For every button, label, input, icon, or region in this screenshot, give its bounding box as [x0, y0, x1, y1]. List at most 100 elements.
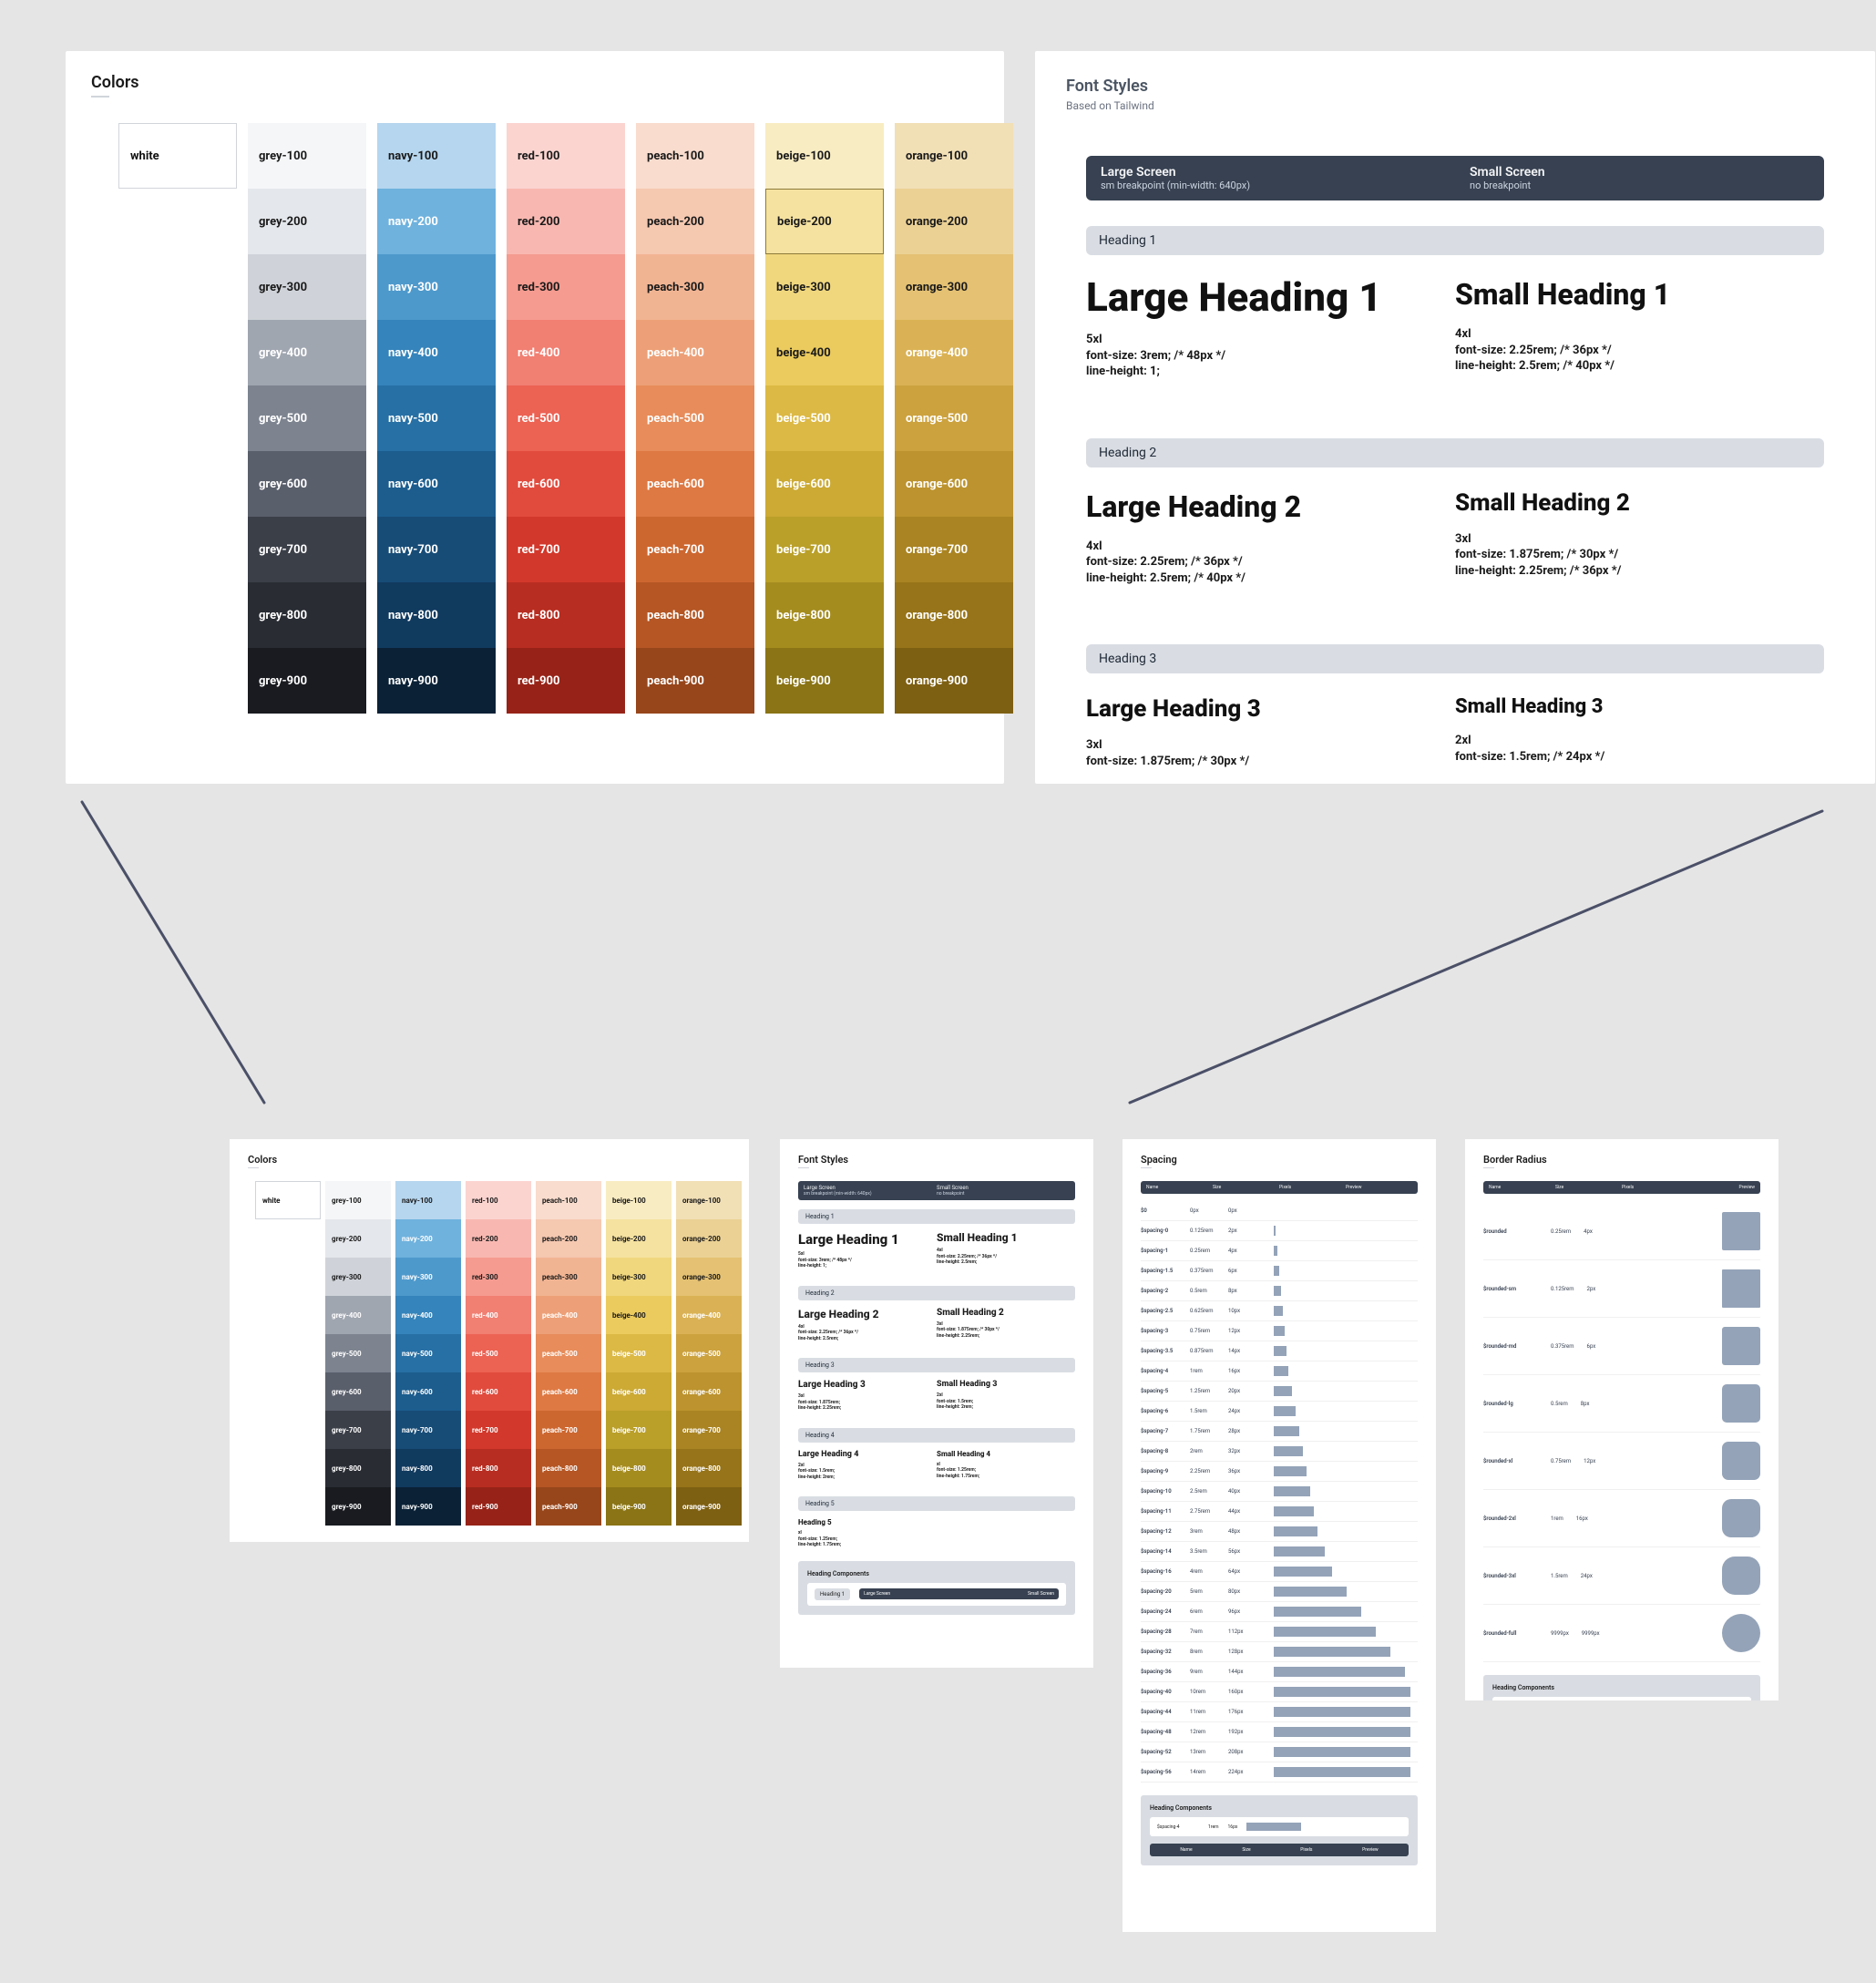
swatch-grey-300[interactable]: grey-300 [248, 254, 366, 320]
swatch-navy-700[interactable]: navy-700 [395, 1411, 461, 1449]
swatch-orange-700[interactable]: orange-700 [676, 1411, 742, 1449]
swatch-red-800[interactable]: red-800 [507, 582, 625, 648]
thumb-fonts[interactable]: Font Styles Large Screensm breakpoint (m… [780, 1139, 1093, 1668]
swatch-red-900[interactable]: red-900 [507, 648, 625, 714]
swatch-orange-200[interactable]: orange-200 [676, 1219, 742, 1258]
swatch-beige-500[interactable]: beige-500 [606, 1334, 671, 1372]
swatch-orange-800[interactable]: orange-800 [676, 1449, 742, 1487]
swatch-grey-400[interactable]: grey-400 [325, 1296, 391, 1334]
swatch-grey-700[interactable]: grey-700 [248, 517, 366, 582]
swatch-red-100[interactable]: red-100 [466, 1181, 531, 1219]
swatch-orange-900[interactable]: orange-900 [895, 648, 1013, 714]
thumb-colors[interactable]: Colors whitegrey-100grey-200grey-300grey… [230, 1139, 749, 1542]
swatch-peach-900[interactable]: peach-900 [636, 648, 754, 714]
swatch-beige-200[interactable]: beige-200 [606, 1219, 671, 1258]
swatch-grey-400[interactable]: grey-400 [248, 320, 366, 385]
swatch-red-700[interactable]: red-700 [507, 517, 625, 582]
swatch-grey-800[interactable]: grey-800 [325, 1449, 391, 1487]
swatch-beige-900[interactable]: beige-900 [606, 1487, 671, 1526]
swatch-peach-600[interactable]: peach-600 [636, 451, 754, 517]
swatch-navy-600[interactable]: navy-600 [395, 1372, 461, 1411]
swatch-orange-600[interactable]: orange-600 [895, 451, 1013, 517]
swatch-red-200[interactable]: red-200 [466, 1219, 531, 1258]
swatch-grey-800[interactable]: grey-800 [248, 582, 366, 648]
swatch-red-500[interactable]: red-500 [466, 1334, 531, 1372]
swatch-peach-800[interactable]: peach-800 [536, 1449, 601, 1487]
swatch-beige-600[interactable]: beige-600 [765, 451, 884, 517]
swatch-grey-500[interactable]: grey-500 [325, 1334, 391, 1372]
swatch-peach-300[interactable]: peach-300 [636, 254, 754, 320]
swatch-red-600[interactable]: red-600 [466, 1372, 531, 1411]
swatch-red-300[interactable]: red-300 [466, 1258, 531, 1296]
swatch-beige-700[interactable]: beige-700 [606, 1411, 671, 1449]
swatch-grey-600[interactable]: grey-600 [325, 1372, 391, 1411]
swatch-beige-300[interactable]: beige-300 [606, 1258, 671, 1296]
swatch-peach-800[interactable]: peach-800 [636, 582, 754, 648]
swatch-navy-100[interactable]: navy-100 [377, 123, 496, 189]
swatch-beige-900[interactable]: beige-900 [765, 648, 884, 714]
swatch-red-300[interactable]: red-300 [507, 254, 625, 320]
swatch-grey-900[interactable]: grey-900 [325, 1487, 391, 1526]
swatch-red-400[interactable]: red-400 [466, 1296, 531, 1334]
swatch-orange-500[interactable]: orange-500 [895, 385, 1013, 451]
swatch-beige-200[interactable]: beige-200 [765, 189, 884, 254]
thumb-spacing[interactable]: Spacing Name Size Pixels Preview $00px0p… [1123, 1139, 1436, 1932]
swatch-beige-800[interactable]: beige-800 [606, 1449, 671, 1487]
swatch-orange-500[interactable]: orange-500 [676, 1334, 742, 1372]
swatch-beige-600[interactable]: beige-600 [606, 1372, 671, 1411]
swatch-grey-100[interactable]: grey-100 [325, 1181, 391, 1219]
swatch-peach-600[interactable]: peach-600 [536, 1372, 601, 1411]
swatch-white[interactable]: white [255, 1181, 321, 1219]
swatch-peach-900[interactable]: peach-900 [536, 1487, 601, 1526]
swatch-navy-700[interactable]: navy-700 [377, 517, 496, 582]
swatch-orange-700[interactable]: orange-700 [895, 517, 1013, 582]
swatch-navy-900[interactable]: navy-900 [395, 1487, 461, 1526]
swatch-orange-600[interactable]: orange-600 [676, 1372, 742, 1411]
swatch-navy-500[interactable]: navy-500 [377, 385, 496, 451]
swatch-navy-800[interactable]: navy-800 [395, 1449, 461, 1487]
swatch-grey-300[interactable]: grey-300 [325, 1258, 391, 1296]
swatch-beige-400[interactable]: beige-400 [606, 1296, 671, 1334]
swatch-orange-300[interactable]: orange-300 [895, 254, 1013, 320]
swatch-beige-800[interactable]: beige-800 [765, 582, 884, 648]
swatch-navy-300[interactable]: navy-300 [395, 1258, 461, 1296]
swatch-red-500[interactable]: red-500 [507, 385, 625, 451]
swatch-peach-100[interactable]: peach-100 [536, 1181, 601, 1219]
swatch-peach-400[interactable]: peach-400 [536, 1296, 601, 1334]
swatch-beige-100[interactable]: beige-100 [606, 1181, 671, 1219]
swatch-grey-200[interactable]: grey-200 [248, 189, 366, 254]
swatch-grey-600[interactable]: grey-600 [248, 451, 366, 517]
swatch-orange-400[interactable]: orange-400 [676, 1296, 742, 1334]
swatch-navy-100[interactable]: navy-100 [395, 1181, 461, 1219]
swatch-peach-300[interactable]: peach-300 [536, 1258, 601, 1296]
swatch-grey-500[interactable]: grey-500 [248, 385, 366, 451]
swatch-navy-900[interactable]: navy-900 [377, 648, 496, 714]
swatch-red-800[interactable]: red-800 [466, 1449, 531, 1487]
swatch-white[interactable]: white [118, 123, 237, 189]
swatch-orange-100[interactable]: orange-100 [895, 123, 1013, 189]
swatch-beige-400[interactable]: beige-400 [765, 320, 884, 385]
swatch-orange-400[interactable]: orange-400 [895, 320, 1013, 385]
swatch-navy-300[interactable]: navy-300 [377, 254, 496, 320]
swatch-navy-800[interactable]: navy-800 [377, 582, 496, 648]
swatch-navy-400[interactable]: navy-400 [377, 320, 496, 385]
swatch-peach-400[interactable]: peach-400 [636, 320, 754, 385]
swatch-peach-200[interactable]: peach-200 [536, 1219, 601, 1258]
swatch-peach-500[interactable]: peach-500 [536, 1334, 601, 1372]
swatch-grey-100[interactable]: grey-100 [248, 123, 366, 189]
swatch-navy-500[interactable]: navy-500 [395, 1334, 461, 1372]
swatch-peach-500[interactable]: peach-500 [636, 385, 754, 451]
swatch-navy-200[interactable]: navy-200 [377, 189, 496, 254]
swatch-grey-900[interactable]: grey-900 [248, 648, 366, 714]
swatch-grey-200[interactable]: grey-200 [325, 1219, 391, 1258]
swatch-red-100[interactable]: red-100 [507, 123, 625, 189]
swatch-beige-300[interactable]: beige-300 [765, 254, 884, 320]
swatch-orange-800[interactable]: orange-800 [895, 582, 1013, 648]
swatch-beige-700[interactable]: beige-700 [765, 517, 884, 582]
swatch-beige-100[interactable]: beige-100 [765, 123, 884, 189]
swatch-red-700[interactable]: red-700 [466, 1411, 531, 1449]
swatch-beige-500[interactable]: beige-500 [765, 385, 884, 451]
thumb-radius[interactable]: Border Radius Name Size Pixels Preview $… [1465, 1139, 1779, 1700]
swatch-navy-200[interactable]: navy-200 [395, 1219, 461, 1258]
swatch-red-600[interactable]: red-600 [507, 451, 625, 517]
